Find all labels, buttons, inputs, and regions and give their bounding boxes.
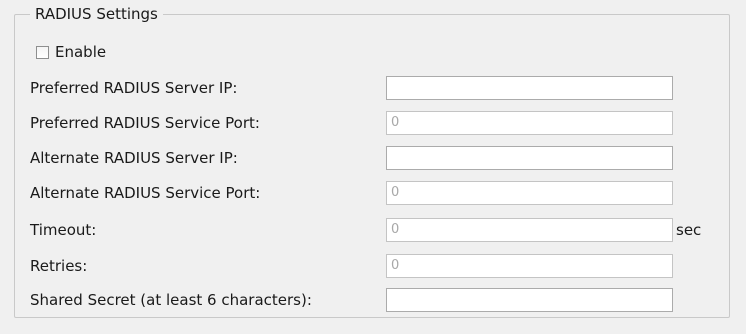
shared-secret-input[interactable] <box>386 288 673 312</box>
alternate-service-port-label: Alternate RADIUS Service Port: <box>30 184 261 202</box>
alternate-service-port-input[interactable]: 0 <box>386 181 673 205</box>
enable-checkbox[interactable] <box>36 45 49 59</box>
retries-input[interactable]: 0 <box>386 254 673 278</box>
group-title: RADIUS Settings <box>30 4 163 24</box>
preferred-service-port-input[interactable]: 0 <box>386 111 673 135</box>
alternate-server-ip-label: Alternate RADIUS Server IP: <box>30 149 238 167</box>
shared-secret-label: Shared Secret (at least 6 characters): <box>30 291 312 309</box>
timeout-unit: sec <box>676 221 702 239</box>
retries-label: Retries: <box>30 257 88 275</box>
enable-option[interactable]: Enable <box>36 43 106 61</box>
alternate-server-ip-input[interactable] <box>386 146 673 170</box>
preferred-server-ip-input[interactable] <box>386 76 673 100</box>
preferred-service-port-label: Preferred RADIUS Service Port: <box>30 114 260 132</box>
preferred-server-ip-label: Preferred RADIUS Server IP: <box>30 79 238 97</box>
enable-label: Enable <box>55 43 107 61</box>
timeout-input[interactable]: 0 <box>386 218 673 242</box>
timeout-label: Timeout: <box>30 221 97 239</box>
